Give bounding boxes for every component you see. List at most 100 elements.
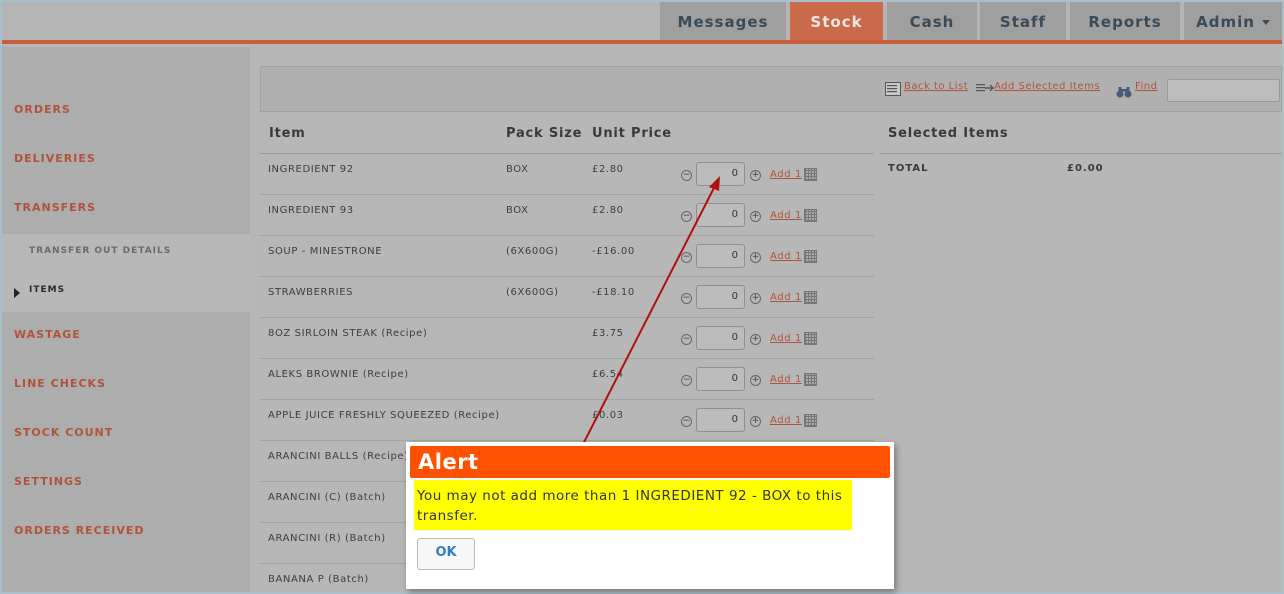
minus-icon[interactable]: − bbox=[681, 252, 692, 263]
tab-reports[interactable]: Reports bbox=[1070, 2, 1180, 42]
sidebar-subitem-items[interactable]: ITEMS bbox=[29, 285, 65, 295]
table-row: INGREDIENT 92 BOX £2.80 −0 + Add 1 bbox=[260, 154, 874, 195]
tab-label: Staff bbox=[999, 13, 1047, 31]
add-one-link[interactable]: Add 1 bbox=[770, 292, 802, 303]
find-input[interactable] bbox=[1167, 79, 1280, 102]
column-header-unit-price: Unit Price bbox=[592, 126, 672, 141]
item-name: ARANCINI BALLS (Recipe) bbox=[268, 451, 409, 462]
table-row: SOUP - MINESTRONE (6X600G) -£16.00 −0 + Add 1 bbox=[260, 236, 874, 277]
table-row: ALEKS BROWNIE (Recipe) £6.54 −0 + Add 1 bbox=[260, 359, 874, 400]
sidebar-item-settings[interactable]: SETTINGS bbox=[14, 475, 83, 488]
alert-title: Alert bbox=[410, 446, 890, 478]
tab-label: Messages bbox=[677, 13, 769, 31]
plus-icon[interactable]: + bbox=[750, 334, 761, 345]
alert-message: You may not add more than 1 INGREDIENT 9… bbox=[414, 480, 852, 530]
plus-icon[interactable]: + bbox=[750, 211, 761, 222]
sidebar-item-deliveries[interactable]: DELIVERIES bbox=[14, 152, 96, 165]
item-name: 8OZ SIRLOIN STEAK (Recipe) bbox=[268, 328, 428, 339]
quantity-input[interactable]: 0 bbox=[696, 285, 745, 309]
plus-icon[interactable]: + bbox=[750, 375, 761, 386]
item-name: SOUP - MINESTRONE bbox=[268, 246, 383, 257]
list-icon bbox=[885, 82, 901, 96]
add-selected-items-link[interactable]: Add Selected Items bbox=[994, 81, 1100, 92]
sidebar-item-transfers[interactable]: TRANSFERS bbox=[14, 201, 96, 214]
sidebar-item-stock-count[interactable]: STOCK COUNT bbox=[14, 426, 113, 439]
table-row: APPLE JUICE FRESHLY SQUEEZED (Recipe) £0.… bbox=[260, 400, 874, 441]
calculator-icon[interactable] bbox=[804, 168, 817, 181]
minus-icon[interactable]: − bbox=[681, 170, 692, 181]
chevron-down-icon bbox=[1261, 19, 1270, 25]
sidebar-subitem-transfer-out-details[interactable]: TRANSFER OUT DETAILS bbox=[29, 246, 171, 256]
tab-label: Cash bbox=[909, 13, 955, 31]
item-name: APPLE JUICE FRESHLY SQUEEZED (Recipe) bbox=[268, 410, 500, 421]
item-name: ARANCINI (R) (Batch) bbox=[268, 533, 386, 544]
quantity-input[interactable]: 0 bbox=[696, 203, 745, 227]
minus-icon[interactable]: − bbox=[681, 211, 692, 222]
minus-icon[interactable]: − bbox=[681, 293, 692, 304]
quantity-input[interactable]: 0 bbox=[696, 367, 745, 391]
tab-messages[interactable]: Messages bbox=[660, 2, 786, 42]
minus-icon[interactable]: − bbox=[681, 416, 692, 427]
plus-icon[interactable]: + bbox=[750, 252, 761, 263]
add-one-link[interactable]: Add 1 bbox=[770, 415, 802, 426]
tab-cash[interactable]: Cash bbox=[887, 2, 977, 42]
top-nav: Messages Stock Cash Staff Reports Admin bbox=[2, 2, 1282, 42]
quantity-input[interactable]: 0 bbox=[696, 244, 745, 268]
alert-dialog: Alert You may not add more than 1 INGRED… bbox=[406, 442, 894, 589]
minus-icon[interactable]: − bbox=[681, 334, 692, 345]
find-link[interactable]: Find bbox=[1135, 81, 1158, 92]
minus-icon[interactable]: − bbox=[681, 375, 692, 386]
sidebar-item-line-checks[interactable]: LINE CHECKS bbox=[14, 377, 106, 390]
calculator-icon[interactable] bbox=[804, 373, 817, 386]
unit-price: £2.80 bbox=[592, 205, 624, 216]
pack-size: (6X600G) bbox=[506, 287, 559, 298]
unit-price: £2.80 bbox=[592, 164, 624, 175]
unit-price: -£18.10 bbox=[592, 287, 635, 298]
calculator-icon[interactable] bbox=[804, 291, 817, 304]
add-one-link[interactable]: Add 1 bbox=[770, 210, 802, 221]
selected-items-title: Selected Items bbox=[888, 126, 1009, 141]
column-header-item: Item bbox=[269, 126, 306, 141]
calculator-icon[interactable] bbox=[804, 250, 817, 263]
calculator-icon[interactable] bbox=[804, 209, 817, 222]
tab-stock[interactable]: Stock bbox=[790, 2, 883, 42]
tab-label: Reports bbox=[1088, 13, 1162, 31]
pack-size: BOX bbox=[506, 205, 529, 216]
plus-icon[interactable]: + bbox=[750, 416, 761, 427]
pack-size: BOX bbox=[506, 164, 529, 175]
sidebar: ORDERS DELIVERIES TRANSFERS TRANSFER OUT… bbox=[2, 47, 250, 592]
table-row: 8OZ SIRLOIN STEAK (Recipe) £3.75 −0 + Add 1 bbox=[260, 318, 874, 359]
plus-icon[interactable]: + bbox=[750, 293, 761, 304]
sidebar-item-wastage[interactable]: WASTAGE bbox=[14, 328, 81, 341]
total-value: £0.00 bbox=[1067, 163, 1104, 174]
calculator-icon[interactable] bbox=[804, 414, 817, 427]
table-row: INGREDIENT 93 BOX £2.80 −0 + Add 1 bbox=[260, 195, 874, 236]
add-one-link[interactable]: Add 1 bbox=[770, 374, 802, 385]
table-row: STRAWBERRIES (6X600G) -£18.10 −0 + Add 1 bbox=[260, 277, 874, 318]
current-item-arrow-icon bbox=[14, 288, 20, 298]
add-one-link[interactable]: Add 1 bbox=[770, 169, 802, 180]
quantity-input[interactable]: 0 bbox=[696, 408, 745, 432]
quantity-input[interactable]: 0 bbox=[696, 162, 745, 186]
tab-staff[interactable]: Staff bbox=[980, 2, 1066, 42]
add-one-link[interactable]: Add 1 bbox=[770, 333, 802, 344]
ok-button[interactable]: OK bbox=[417, 538, 475, 570]
item-name: BANANA P (Batch) bbox=[268, 574, 369, 585]
item-name: STRAWBERRIES bbox=[268, 287, 354, 298]
back-to-list-link[interactable]: Back to List bbox=[904, 81, 968, 92]
item-name: INGREDIENT 93 bbox=[268, 205, 354, 216]
nav-divider bbox=[2, 40, 1282, 44]
sidebar-item-orders-received[interactable]: ORDERS RECEIVED bbox=[14, 524, 145, 537]
add-one-link[interactable]: Add 1 bbox=[770, 251, 802, 262]
quantity-input[interactable]: 0 bbox=[696, 326, 745, 350]
column-header-pack-size: Pack Size bbox=[506, 126, 583, 141]
item-name: ALEKS BROWNIE (Recipe) bbox=[268, 369, 409, 380]
pack-size: (6X600G) bbox=[506, 246, 559, 257]
plus-icon[interactable]: + bbox=[750, 170, 761, 181]
unit-price: £6.54 bbox=[592, 369, 624, 380]
tab-admin[interactable]: Admin bbox=[1184, 2, 1282, 42]
calculator-icon[interactable] bbox=[804, 332, 817, 345]
add-items-icon bbox=[976, 84, 994, 92]
sidebar-item-orders[interactable]: ORDERS bbox=[14, 103, 71, 116]
unit-price: £3.75 bbox=[592, 328, 624, 339]
